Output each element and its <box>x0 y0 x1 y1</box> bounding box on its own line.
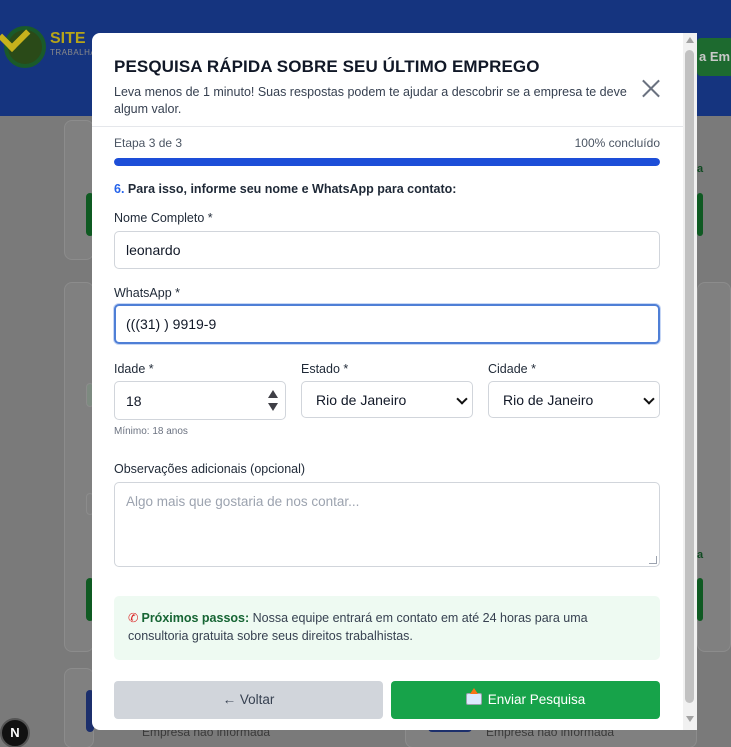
next-steps-title: Próximos passos: <box>141 611 250 625</box>
whatsapp-value: (((31) ) 9919-9 <box>126 316 217 332</box>
inbox-icon <box>465 688 482 705</box>
chevron-down-icon <box>643 393 655 405</box>
scrollbar-thumb[interactable] <box>685 50 694 703</box>
survey-modal: PESQUISA RÁPIDA SOBRE SEU ÚLTIMO EMPREGO… <box>92 33 697 730</box>
logo-text: SITE <box>50 30 86 47</box>
state-label: Estado * <box>301 362 349 376</box>
question-number: 6. <box>114 182 125 196</box>
n-icon[interactable]: N <box>0 718 30 747</box>
question-label: Para isso, informe seu nome e WhatsApp p… <box>127 182 457 196</box>
progress-fill <box>114 158 660 166</box>
header-cta-button[interactable]: a Emp <box>697 38 731 76</box>
age-stepper[interactable] <box>268 390 278 412</box>
whatsapp-field[interactable]: (((31) ) 9919-9 <box>114 304 660 344</box>
background-tag: a <box>697 163 704 175</box>
name-field[interactable]: leonardo <box>114 231 660 269</box>
state-select[interactable]: Rio de Janeiro <box>301 381 473 418</box>
name-label: Nome Completo * <box>114 211 213 225</box>
background-card <box>64 120 94 260</box>
step-indicator: Etapa 3 de 3 <box>114 136 183 150</box>
notes-placeholder: Algo mais que gostaria de nos contar... <box>126 494 360 509</box>
modal-title: PESQUISA RÁPIDA SOBRE SEU ÚLTIMO EMPREGO <box>114 57 540 76</box>
resize-handle-icon[interactable] <box>649 556 657 564</box>
city-select[interactable]: Rio de Janeiro <box>488 381 660 418</box>
scroll-down-icon[interactable] <box>686 716 694 722</box>
stepper-down-icon[interactable] <box>268 403 278 411</box>
scroll-up-icon[interactable] <box>686 37 694 43</box>
chevron-down-icon <box>456 393 468 405</box>
next-steps-box: ✆ Próximos passos: Nossa equipe entrará e… <box>114 596 660 660</box>
logo-subtext: TRABALHA <box>50 48 97 57</box>
send-button-label: Enviar Pesquisa <box>487 692 586 707</box>
background-button[interactable] <box>697 193 703 236</box>
phone-icon: ✆ <box>128 611 139 625</box>
name-value: leonardo <box>126 242 181 258</box>
notes-label: Observações adicionais (opcional) <box>114 462 306 476</box>
question-text: 6. Para isso, informe seu nome e WhatsAp… <box>114 182 456 196</box>
whatsapp-label: WhatsApp * <box>114 286 181 300</box>
progress-label: 100% concluído <box>574 136 660 150</box>
send-button[interactable]: Enviar Pesquisa <box>391 681 660 719</box>
city-label: Cidade * <box>488 362 536 376</box>
age-label: Idade * <box>114 362 154 376</box>
notes-textarea[interactable]: Algo mais que gostaria de nos contar... <box>114 482 660 567</box>
back-button[interactable]: ← Voltar <box>114 681 383 719</box>
progress-bar <box>114 158 660 166</box>
age-value: 18 <box>126 392 142 409</box>
modal-subtitle: Leva menos de 1 minuto! Suas respostas p… <box>114 85 627 116</box>
divider <box>92 126 697 127</box>
close-icon[interactable] <box>640 77 662 99</box>
age-field[interactable]: 18 <box>114 381 286 420</box>
age-hint: Mínimo: 18 anos <box>114 426 188 437</box>
background-tag: a <box>697 549 704 561</box>
stepper-up-icon[interactable] <box>268 390 278 398</box>
background-button[interactable] <box>697 578 703 621</box>
city-value: Rio de Janeiro <box>503 391 594 408</box>
state-value: Rio de Janeiro <box>316 391 407 408</box>
